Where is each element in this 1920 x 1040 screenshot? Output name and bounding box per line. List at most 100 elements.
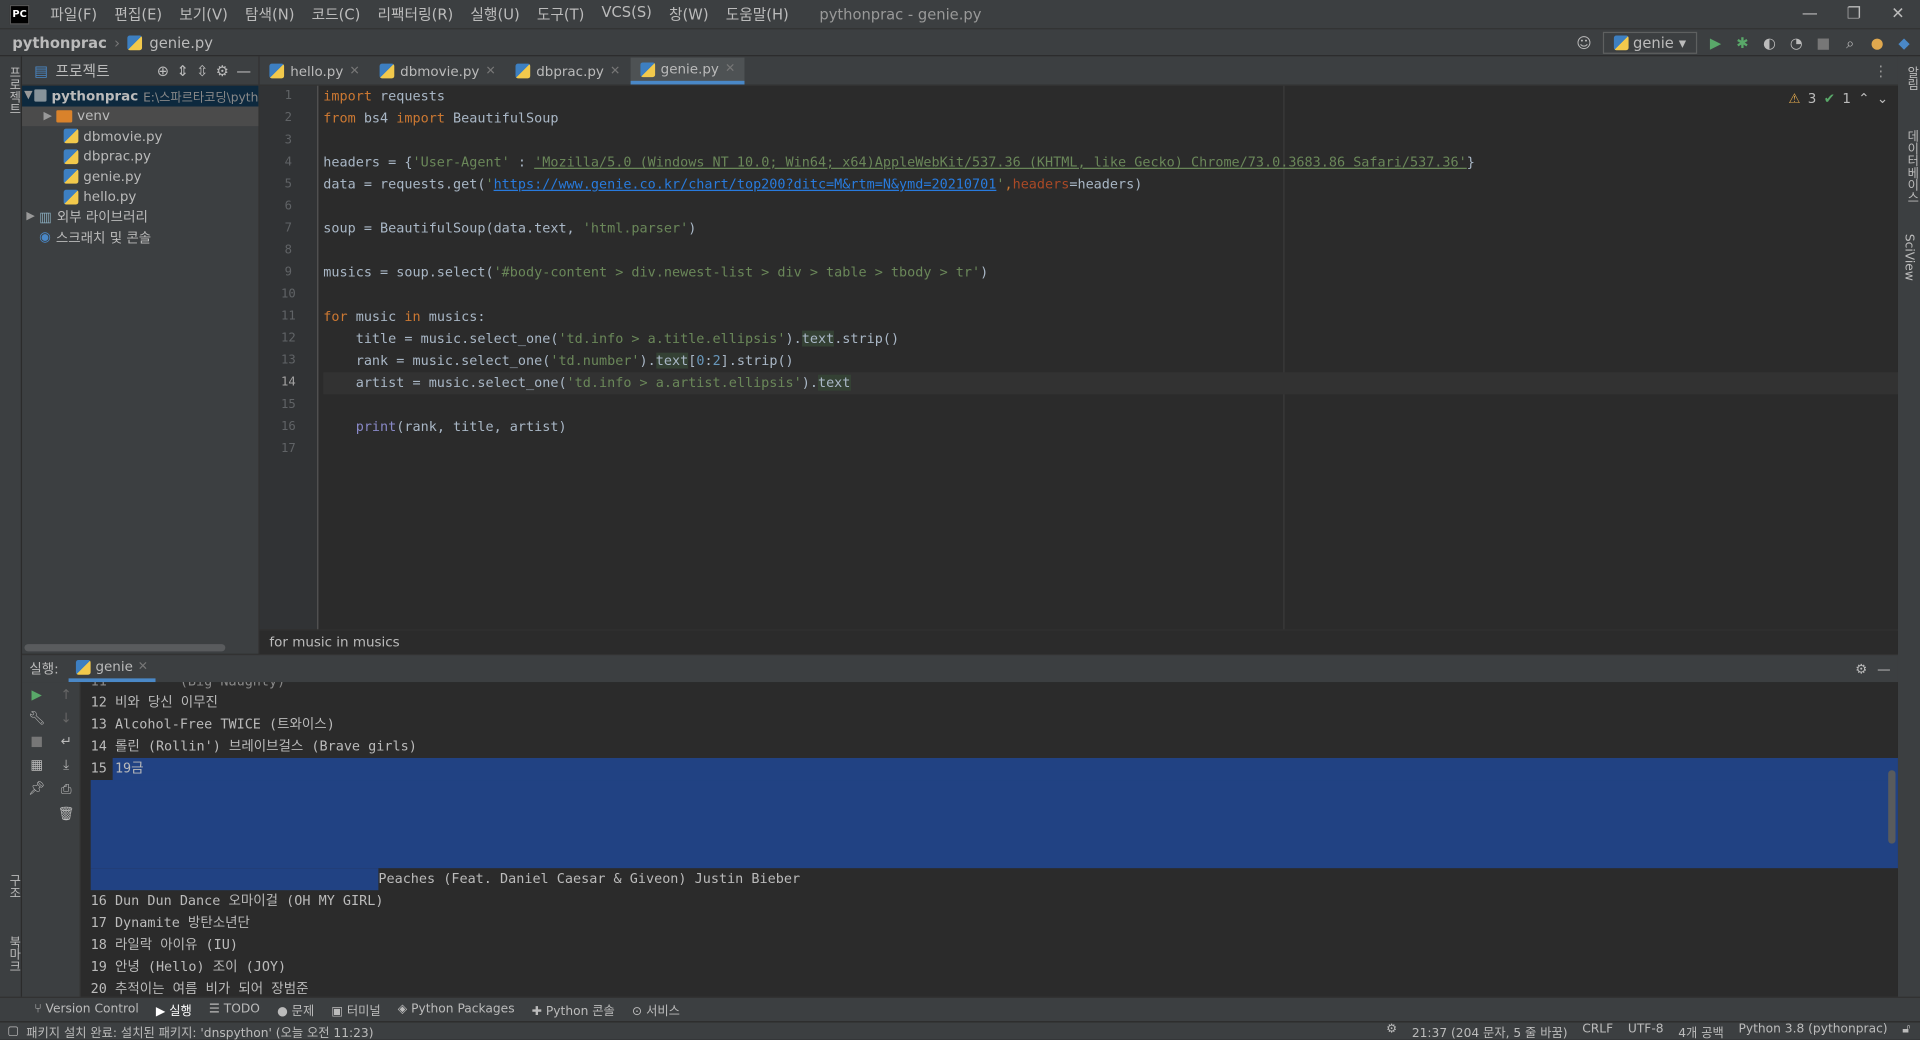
tree-root[interactable]: ▼ pythonprac E:\스파르타코딩\pyth (22, 85, 258, 106)
hide-icon[interactable]: — (1877, 661, 1898, 677)
gear-icon[interactable]: ⚙ (216, 62, 229, 79)
tree-item-dbprac[interactable]: dbprac.py (22, 146, 258, 166)
pin-icon[interactable]: 📌︎ (28, 780, 45, 796)
print-icon[interactable]: ⎙ (61, 781, 72, 798)
tree-item-scratches[interactable]: ◉ 스크래치 및 콘솔 (22, 227, 258, 247)
debug-icon[interactable]: ✱ (1734, 34, 1751, 51)
horizontal-scrollbar[interactable] (24, 644, 226, 652)
menu-vcs[interactable]: VCS(S) (593, 4, 661, 25)
close-icon[interactable]: ✕ (138, 660, 148, 673)
close-icon[interactable]: ✕ (725, 62, 735, 75)
tool-python-console[interactable]: ✚ Python 콘솔 (532, 1000, 615, 1018)
wrench-icon[interactable]: 🔧︎ (28, 710, 45, 726)
stop-icon[interactable]: ■ (30, 733, 43, 749)
status-window-icon[interactable]: ▢ (7, 1024, 19, 1037)
status-message[interactable]: 패키지 설치 완료: 설치된 패키지: 'dnspython' (오늘 오전 1… (26, 1022, 373, 1040)
menu-run[interactable]: 실행(U) (462, 4, 528, 25)
rerun-icon[interactable]: ▶ (32, 687, 42, 703)
notifications-tool-button[interactable]: 알림 (1902, 66, 1920, 90)
coverage-icon[interactable]: ◐ (1761, 34, 1778, 51)
code-text: : (704, 352, 713, 369)
breadcrumb-file[interactable]: genie.py (149, 34, 213, 51)
chevron-right-icon[interactable]: ▶ (39, 110, 56, 122)
layout-icon[interactable]: ▦ (30, 757, 43, 773)
menu-edit[interactable]: 편집(E) (106, 4, 171, 25)
url-link[interactable]: https://www.genie.co.kr/chart/top200?dit… (494, 176, 997, 192)
chevron-up-icon[interactable]: ⌃ (1858, 91, 1869, 107)
inspection-widget[interactable]: ⚠ 3 ✔ 1 ⌃ ⌄ (1788, 91, 1888, 107)
close-icon[interactable]: ✕ (1876, 0, 1920, 29)
more-tabs-icon[interactable]: ⋮ (1873, 62, 1897, 84)
tree-item-external-libraries[interactable]: ▶ ▥ 외부 라이브러리 (22, 207, 258, 227)
tree-item-hello[interactable]: hello.py (22, 187, 258, 207)
project-tool-button[interactable]: 프로젝트 (4, 66, 22, 115)
run-icon[interactable]: ▶ (1707, 34, 1724, 51)
python-interpreter[interactable]: Python 3.8 (pythonprac) (1738, 1022, 1887, 1040)
database-tool-button[interactable]: 데이터베이스 (1902, 130, 1920, 203)
menu-navigate[interactable]: 탐색(N) (236, 4, 303, 25)
search-icon[interactable]: ⌕ (1842, 34, 1859, 52)
gear-icon[interactable]: ⚙ (1855, 661, 1867, 677)
menu-refactor[interactable]: 리팩터링(R) (369, 4, 462, 25)
trash-icon[interactable]: 🗑︎ (58, 806, 75, 822)
menu-tools[interactable]: 도구(T) (528, 4, 593, 25)
breadcrumb-project[interactable]: pythonprac (12, 34, 107, 51)
tree-item-genie[interactable]: genie.py (22, 167, 258, 187)
close-icon[interactable]: ✕ (610, 64, 620, 77)
tab-dbprac[interactable]: dbprac.py ✕ (506, 58, 630, 85)
tool-todo[interactable]: ☰ TODO (209, 1003, 260, 1016)
arrow-up-icon[interactable]: ↑ (60, 687, 71, 703)
run-config-select[interactable]: genie ▾ (1602, 31, 1698, 54)
menu-file[interactable]: 파일(F) (42, 4, 106, 25)
tree-item-venv[interactable]: ▶ venv (22, 105, 259, 127)
structure-tool-button[interactable]: 구조 (4, 874, 22, 898)
tab-hello[interactable]: hello.py ✕ (260, 58, 370, 85)
tool-run[interactable]: ▶ 실행 (156, 1000, 192, 1018)
collapse-all-icon[interactable]: ⇳ (196, 62, 208, 79)
tab-dbmovie[interactable]: dbmovie.py ✕ (370, 58, 506, 85)
menu-code[interactable]: 코드(C) (303, 4, 369, 25)
menu-view[interactable]: 보기(V) (171, 4, 237, 25)
tree-item-dbmovie[interactable]: dbmovie.py (22, 126, 258, 146)
minimize-icon[interactable]: — (1788, 0, 1832, 29)
sciview-tool-button[interactable]: SciView (1902, 234, 1915, 281)
tool-services[interactable]: ⊙ 서비스 (632, 1000, 680, 1018)
restore-icon[interactable]: ❐ (1832, 0, 1876, 29)
hide-icon[interactable]: — (236, 62, 251, 79)
file-encoding[interactable]: UTF-8 (1628, 1022, 1664, 1040)
console-output[interactable]: 11 ······· (Big Naughty) 12 비와 당신 이무진 13… (90, 682, 1898, 998)
chevron-right-icon[interactable]: ▶ (22, 211, 39, 223)
user-icon[interactable]: ☺ (1575, 34, 1592, 51)
code-breadcrumb[interactable]: for music in musics (259, 629, 1898, 654)
stop-icon[interactable]: ■ (1815, 34, 1832, 51)
scroll-to-end-icon[interactable]: ⤓ (63, 757, 69, 774)
bookmarks-tool-button[interactable]: 북마크 (4, 936, 22, 973)
project-panel-title[interactable]: 프로젝트 (56, 60, 110, 81)
tool-python-packages[interactable]: ◈ Python Packages (398, 1003, 515, 1016)
tab-genie[interactable]: genie.py ✕ (630, 57, 746, 85)
arrow-down-icon[interactable]: ↓ (60, 710, 71, 726)
menu-window[interactable]: 창(W) (660, 4, 717, 25)
soft-wrap-icon[interactable]: ↵ (60, 733, 71, 749)
caret-position[interactable]: 21:37 (204 문자, 5 줄 바꿈) (1412, 1022, 1568, 1040)
chevron-down-icon[interactable]: ▼ (22, 90, 35, 102)
line-separator[interactable]: CRLF (1582, 1022, 1613, 1040)
run-tab-genie[interactable]: genie ✕ (68, 655, 156, 683)
tool-terminal[interactable]: ▣ 터미널 (331, 1000, 380, 1018)
update-icon[interactable]: ● (1869, 34, 1886, 51)
close-icon[interactable]: ✕ (486, 64, 496, 77)
profile-icon[interactable]: ◔ (1788, 34, 1805, 51)
indent-setting[interactable]: 4개 공백 (1678, 1022, 1723, 1040)
jetbrains-icon[interactable]: ◆ (1896, 34, 1913, 51)
vertical-scrollbar[interactable] (1888, 770, 1896, 844)
git-icon[interactable]: ⚙︎ (1386, 1022, 1397, 1040)
menu-help[interactable]: 도움말(H) (717, 4, 797, 25)
lock-icon[interactable]: 🔓︎ (1902, 1022, 1910, 1040)
code-editor[interactable]: import requests from bs4 import Beautifu… (323, 86, 1898, 630)
chevron-down-icon[interactable]: ⌄ (1877, 91, 1888, 107)
close-icon[interactable]: ✕ (349, 64, 359, 77)
tool-problems[interactable]: ● 문제 (277, 1000, 314, 1018)
locate-icon[interactable]: ⊕ (157, 62, 169, 79)
expand-all-icon[interactable]: ⇕ (176, 62, 188, 79)
tool-version-control[interactable]: ⑂ Version Control (34, 1003, 138, 1016)
